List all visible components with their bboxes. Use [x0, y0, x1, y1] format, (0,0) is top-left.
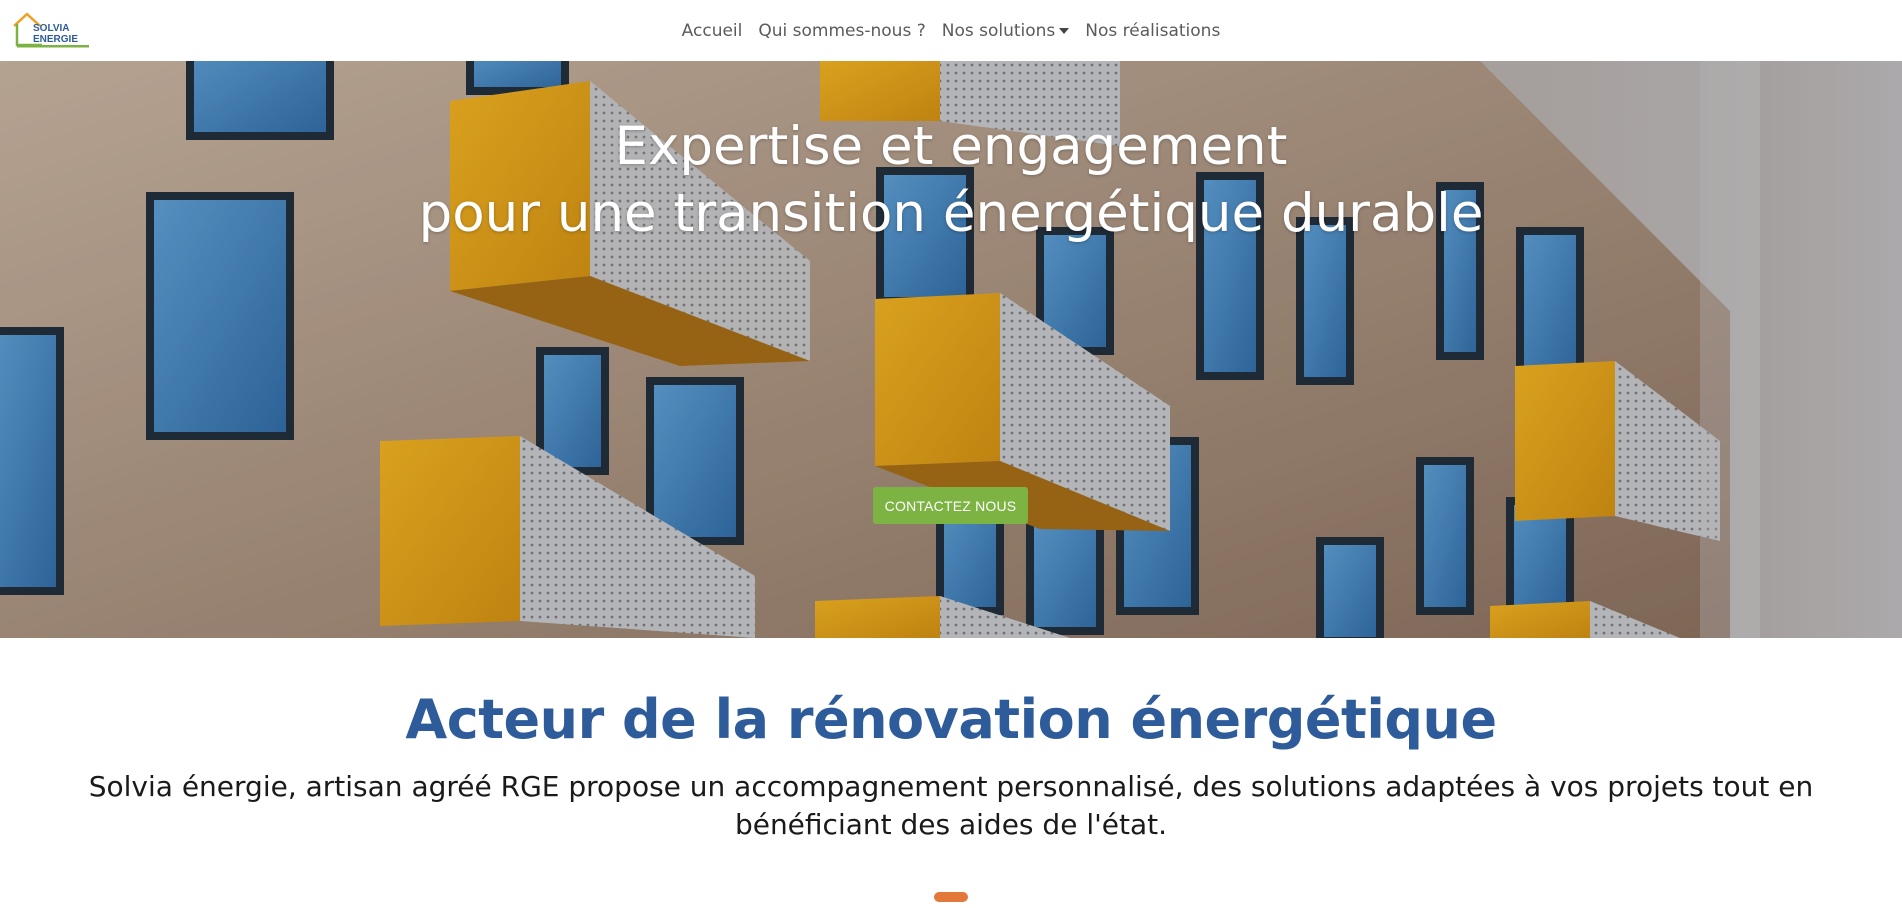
nav-item-nos-solutions-label: Nos solutions [941, 20, 1056, 41]
caret-down-icon [1059, 27, 1070, 34]
hero-title-line-1: Expertise et engagement [614, 116, 1288, 177]
hero-banner: Expertise et engagement pour une transit… [0, 61, 1902, 638]
section-title: Acteur de la rénovation énergétique [405, 688, 1497, 751]
section-description: Solvia énergie, artisan agréé RGE propos… [88, 770, 1814, 841]
hero-title: Expertise et engagement pour une transit… [0, 113, 1902, 247]
main-nav: Accueil Qui sommes-nous ? Nos solutions … [0, 0, 1902, 61]
nav-item-accueil[interactable]: Accueil [674, 21, 751, 41]
nav-item-nos-solutions[interactable]: Nos solutions [934, 21, 1078, 41]
navbar: SOLVIA ENERGIE Accueil Qui sommes-nous ?… [0, 0, 1902, 61]
contact-button[interactable]: CONTACTEZ NOUS [873, 487, 1028, 524]
hero-title-line-2: pour une transition énergétique durable [418, 183, 1484, 244]
section-divider [934, 892, 968, 902]
nav-item-nos-realisations[interactable]: Nos réalisations [1077, 21, 1228, 41]
nav-item-qui-sommes-nous[interactable]: Qui sommes-nous ? [750, 21, 933, 41]
